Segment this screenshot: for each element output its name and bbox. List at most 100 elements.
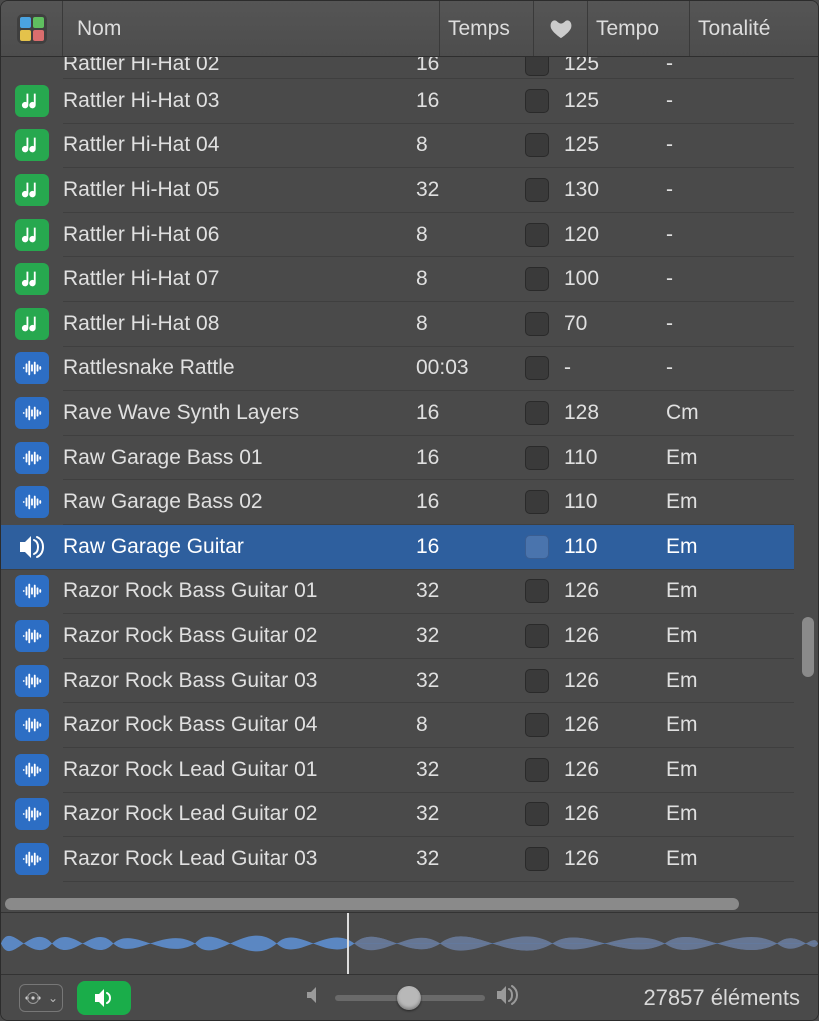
loop-favorite-cell bbox=[510, 356, 564, 380]
loop-row-icon[interactable] bbox=[1, 665, 63, 697]
loop-favorite-cell bbox=[510, 446, 564, 470]
loop-row[interactable]: Razor Rock Bass Guitar 0232126Em bbox=[63, 614, 794, 659]
loop-row[interactable]: Rattler Hi-Hat 078100- bbox=[63, 257, 794, 302]
column-header-key[interactable]: Tonalité bbox=[690, 1, 818, 56]
vertical-scrollbar[interactable] bbox=[800, 57, 814, 894]
favorite-checkbox[interactable] bbox=[525, 758, 549, 782]
more-menu-button[interactable]: ⌄ bbox=[19, 984, 63, 1012]
favorite-checkbox[interactable] bbox=[525, 356, 549, 380]
favorite-checkbox[interactable] bbox=[525, 847, 549, 871]
loop-row-icon[interactable] bbox=[1, 843, 63, 875]
loop-key: - bbox=[666, 89, 794, 113]
loop-row-icon[interactable] bbox=[1, 219, 63, 251]
favorite-checkbox[interactable] bbox=[525, 312, 549, 336]
column-header-beats[interactable]: Temps bbox=[440, 1, 534, 56]
loop-list[interactable]: Rattler Hi-Hat 0216125-Rattler Hi-Hat 03… bbox=[1, 57, 794, 896]
favorite-checkbox[interactable] bbox=[525, 802, 549, 826]
loop-name: Rave Wave Synth Layers bbox=[63, 401, 416, 425]
loop-row[interactable]: Razor Rock Bass Guitar 048126Em bbox=[63, 703, 794, 748]
favorite-checkbox[interactable] bbox=[525, 401, 549, 425]
favorite-checkbox[interactable] bbox=[525, 223, 549, 247]
loop-row[interactable]: Razor Rock Bass Guitar 0332126Em bbox=[63, 659, 794, 704]
horizontal-scrollbar-thumb[interactable] bbox=[5, 898, 739, 910]
loop-row[interactable]: Raw Garage Bass 0216110Em bbox=[63, 480, 794, 525]
volume-slider-knob[interactable] bbox=[397, 986, 421, 1010]
loop-favorite-cell bbox=[510, 847, 564, 871]
browser-category-button[interactable] bbox=[1, 1, 63, 56]
favorite-checkbox[interactable] bbox=[525, 624, 549, 648]
column-header-tempo[interactable]: Tempo bbox=[588, 1, 690, 56]
column-header-favorite[interactable] bbox=[534, 1, 588, 56]
loop-row-icon[interactable] bbox=[1, 620, 63, 652]
midi-loop-icon bbox=[15, 85, 49, 117]
loop-key: - bbox=[666, 178, 794, 202]
loop-favorite-cell bbox=[510, 802, 564, 826]
loop-favorite-cell bbox=[510, 401, 564, 425]
favorite-checkbox[interactable] bbox=[525, 713, 549, 737]
loop-beats: 16 bbox=[416, 535, 510, 559]
loop-name: Rattler Hi-Hat 04 bbox=[63, 133, 416, 157]
preview-play-button[interactable] bbox=[77, 981, 131, 1015]
loop-tempo: 130 bbox=[564, 178, 666, 202]
waveform-preview[interactable] bbox=[1, 912, 818, 974]
midi-loop-icon bbox=[15, 219, 49, 251]
loop-key: - bbox=[666, 57, 794, 76]
loop-key: Em bbox=[666, 446, 794, 470]
loop-row-icon[interactable] bbox=[1, 174, 63, 206]
favorite-checkbox[interactable] bbox=[525, 178, 549, 202]
loop-row[interactable]: Razor Rock Lead Guitar 0332126Em bbox=[63, 837, 794, 882]
loop-row-icon[interactable] bbox=[1, 85, 63, 117]
loop-row-icon[interactable] bbox=[1, 709, 63, 741]
loop-row[interactable]: Raw Garage Bass 0116110Em bbox=[63, 436, 794, 481]
loop-row-icon[interactable] bbox=[1, 486, 63, 518]
column-header-row: Nom Temps Tempo Tonalité bbox=[1, 1, 818, 57]
favorite-checkbox[interactable] bbox=[525, 133, 549, 157]
favorite-checkbox[interactable] bbox=[525, 57, 549, 76]
favorite-checkbox[interactable] bbox=[525, 669, 549, 693]
loop-row[interactable]: Rattler Hi-Hat 0532130- bbox=[63, 168, 794, 213]
loop-row[interactable]: Razor Rock Bass Guitar 0132126Em bbox=[63, 570, 794, 615]
audio-loop-icon bbox=[15, 352, 49, 384]
favorite-checkbox[interactable] bbox=[525, 490, 549, 514]
loop-row[interactable]: Rattler Hi-Hat 0316125- bbox=[63, 79, 794, 124]
loop-key: - bbox=[666, 356, 794, 380]
favorite-checkbox[interactable] bbox=[525, 267, 549, 291]
loop-row-icon[interactable] bbox=[1, 352, 63, 384]
loop-row-icon[interactable] bbox=[1, 798, 63, 830]
loop-row-icon[interactable] bbox=[1, 575, 63, 607]
loop-row[interactable]: Razor Rock Lead Guitar 0232126Em bbox=[63, 793, 794, 838]
loop-row-icon[interactable] bbox=[1, 754, 63, 786]
loop-row-icon[interactable] bbox=[1, 308, 63, 340]
loop-row[interactable]: Razor Rock Lead Guitar 0132126Em bbox=[63, 748, 794, 793]
loop-name: Razor Rock Lead Guitar 02 bbox=[63, 802, 416, 826]
column-header-name[interactable]: Nom bbox=[63, 1, 440, 56]
favorite-checkbox[interactable] bbox=[525, 579, 549, 603]
audio-loop-icon bbox=[15, 397, 49, 429]
loop-row[interactable]: Rattlesnake Rattle00:03-- bbox=[63, 347, 794, 392]
loop-row[interactable]: Rattler Hi-Hat 08870- bbox=[63, 302, 794, 347]
favorite-checkbox[interactable] bbox=[525, 535, 549, 559]
loop-browser-panel: Nom Temps Tempo Tonalité Rattler Hi-Hat … bbox=[0, 0, 819, 1021]
audio-loop-icon bbox=[15, 575, 49, 607]
horizontal-scrollbar[interactable] bbox=[5, 896, 794, 912]
vertical-scrollbar-thumb[interactable] bbox=[802, 617, 814, 677]
loop-row-icon[interactable] bbox=[1, 531, 63, 563]
loop-row-icon[interactable] bbox=[1, 442, 63, 474]
loop-row[interactable]: Rattler Hi-Hat 048125- bbox=[63, 124, 794, 169]
volume-slider[interactable] bbox=[335, 995, 485, 1001]
loop-row[interactable]: Rattler Hi-Hat 068120- bbox=[63, 213, 794, 258]
chevron-down-icon: ⌄ bbox=[48, 991, 58, 1005]
loop-row[interactable]: Raw Garage Guitar16110Em bbox=[1, 525, 794, 570]
loop-row[interactable]: Rattler Hi-Hat 0216125- bbox=[63, 57, 794, 79]
loop-row-icon[interactable] bbox=[1, 129, 63, 161]
loop-favorite-cell bbox=[510, 758, 564, 782]
playhead[interactable] bbox=[347, 913, 349, 974]
loop-name: Razor Rock Lead Guitar 01 bbox=[63, 758, 416, 782]
loop-row[interactable]: Rave Wave Synth Layers16128Cm bbox=[63, 391, 794, 436]
loop-row-icon[interactable] bbox=[1, 397, 63, 429]
favorite-checkbox[interactable] bbox=[525, 89, 549, 113]
loop-key: - bbox=[666, 267, 794, 291]
loop-row-icon[interactable] bbox=[1, 263, 63, 295]
loop-beats: 8 bbox=[416, 133, 510, 157]
favorite-checkbox[interactable] bbox=[525, 446, 549, 470]
